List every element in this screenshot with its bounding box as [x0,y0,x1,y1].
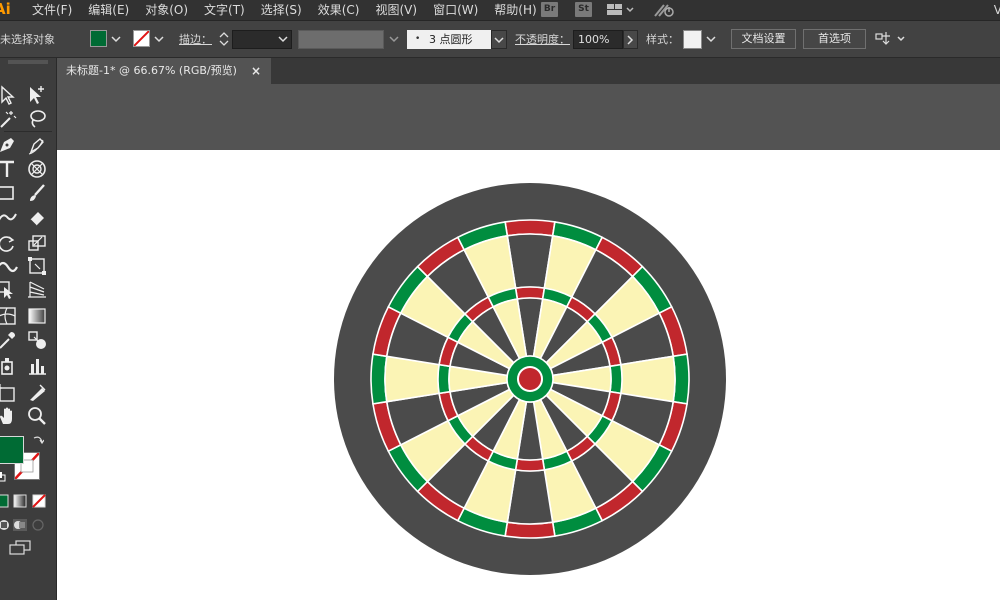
menu-effect[interactable]: 效果(C) [310,0,368,20]
draw-normal-icon[interactable] [0,518,11,532]
stroke-label: 描边： [179,33,212,46]
eyedropper-tool-icon[interactable] [0,329,18,351]
default-fill-stroke-icon[interactable] [0,472,6,482]
variable-width-profile[interactable] [298,30,384,49]
artboard-tool-icon[interactable] [0,382,18,404]
app-logo: Ai [0,0,11,18]
opacity-field[interactable]: 100% [573,30,623,49]
menu-select[interactable]: 选择(S) [253,0,310,20]
gradient-tool-icon[interactable] [26,305,48,327]
gradient-mode-icon[interactable] [13,494,27,508]
mesh-tool-icon[interactable] [0,305,18,327]
control-bar: 未选择对象 描边： • 3 点圆形 不透明度： 100% 样式： 文档设置 首选… [0,21,1000,58]
fill-indicator-swatch[interactable] [0,436,24,464]
bullseye [519,368,541,390]
slice-tool-icon[interactable] [26,382,48,404]
brush-label: 3 点圆形 [429,33,473,46]
menu-type[interactable]: 文字(T) [196,0,253,20]
document-tab-title: 未标题-1* @ 66.67% (RGB/预览) [66,64,237,77]
none-mode-icon[interactable] [32,494,46,508]
arrange-documents-icon[interactable] [606,2,636,21]
color-mode-icon[interactable] [0,494,9,508]
direct-selection-tool-icon[interactable] [26,84,48,106]
workspace-label[interactable]: V [994,0,1000,20]
menu-view[interactable]: 视图(V) [367,0,425,20]
pasteboard[interactable] [57,84,1000,150]
fill-color-swatch[interactable] [90,30,107,47]
arrange-icon[interactable] [874,31,908,50]
fill-dropdown-icon[interactable] [110,31,122,47]
free-transform-tool-icon[interactable] [26,255,48,277]
preferences-button[interactable]: 首选项 [803,29,866,49]
rectangle-tool-icon[interactable] [0,182,18,204]
brush-dropdown-icon[interactable] [491,30,507,49]
opacity-label: 不透明度： [515,33,570,46]
shaper-tool-icon[interactable] [0,206,18,228]
brush-definition-field[interactable]: • 3 点圆形 [407,30,491,49]
magic-wand-tool-icon[interactable] [0,108,18,130]
screen-mode-icon[interactable] [8,540,32,556]
scale-tool-icon[interactable] [26,232,48,254]
menu-window[interactable]: 窗口(W) [425,0,486,20]
selection-tool-icon[interactable] [0,84,18,106]
rotate-tool-icon[interactable] [0,232,18,254]
stock-badge-button[interactable]: St [575,2,592,17]
toolbox [0,58,57,600]
column-graph-tool-icon[interactable] [26,355,48,377]
blend-tool-icon[interactable] [26,329,48,351]
toolbox-grip[interactable] [0,58,56,66]
menu-object[interactable]: 对象(O) [137,0,196,20]
gpu-performance-icon[interactable] [652,2,678,21]
menu-file[interactable]: 文件(F) [24,0,80,20]
document-tab[interactable]: 未标题-1* @ 66.67% (RGB/预览) × [57,58,271,84]
draw-behind-icon[interactable] [12,518,28,532]
curvature-tool-icon[interactable] [26,134,48,156]
pen-tool-icon[interactable] [0,134,18,156]
selection-status: 未选择对象 [0,33,55,46]
stroke-dropdown-icon[interactable] [153,31,165,47]
stroke-weight-stepper-icon[interactable] [218,31,230,47]
shape-builder-tool-icon[interactable] [0,279,18,301]
draw-inside-icon[interactable] [31,518,45,532]
ellipse-grid-tool-icon[interactable] [26,158,48,180]
opacity-expand-icon[interactable] [623,30,638,49]
document-setup-button[interactable]: 文档设置 [731,29,796,49]
graphic-style-swatch[interactable] [683,30,702,49]
brush-dot-icon: • [415,34,421,44]
swap-fill-stroke-icon[interactable] [32,434,44,446]
width-tool-icon[interactable] [0,255,18,277]
lasso-tool-icon[interactable] [26,108,48,130]
style-label: 样式： [646,33,679,46]
stroke-weight-dropdown-icon[interactable] [277,31,289,47]
document-tab-strip: 未标题-1* @ 66.67% (RGB/预览) × [57,58,1000,84]
style-dropdown-icon[interactable] [705,31,717,47]
toolbox-divider [4,131,52,132]
perspective-grid-tool-icon[interactable] [26,279,48,301]
eraser-tool-icon[interactable] [26,206,48,228]
menu-items: 文件(F) 编辑(E) 对象(O) 文字(T) 选择(S) 效果(C) 视图(V… [24,0,545,20]
dartboard-artwork[interactable] [334,183,726,575]
tab-close-icon[interactable]: × [251,58,261,84]
hand-tool-icon[interactable] [0,405,18,427]
profile-dropdown-icon[interactable] [388,31,400,47]
zoom-tool-icon[interactable] [26,405,48,427]
type-tool-icon[interactable] [0,158,18,180]
paintbrush-tool-icon[interactable] [26,182,48,204]
menu-edit[interactable]: 编辑(E) [80,0,137,20]
menu-bar: Ai 文件(F) 编辑(E) 对象(O) 文字(T) 选择(S) 效果(C) 视… [0,0,1000,21]
stroke-color-swatch[interactable] [133,30,150,47]
bridge-badge-button[interactable]: Br [541,2,558,17]
menu-help[interactable]: 帮助(H) [486,0,544,20]
symbol-sprayer-tool-icon[interactable] [0,355,18,377]
artboard[interactable] [57,150,1000,600]
